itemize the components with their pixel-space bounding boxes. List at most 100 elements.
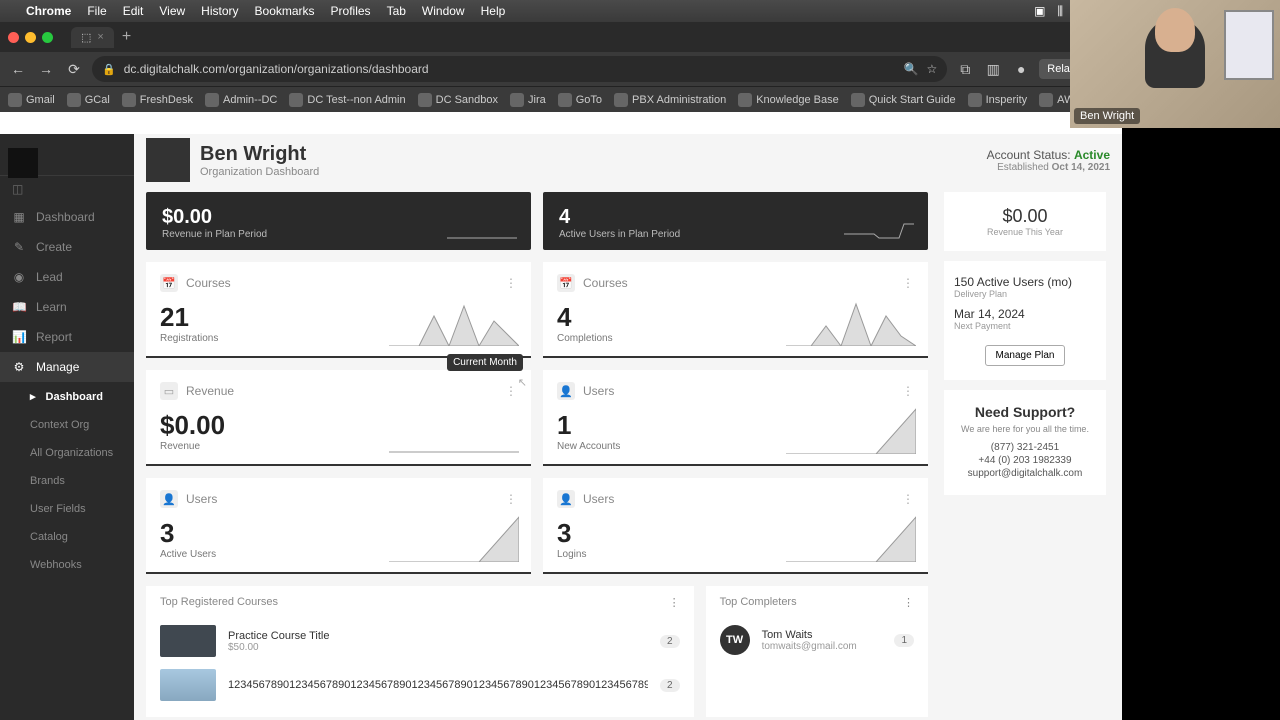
collapse-icon[interactable]: ◫ — [12, 182, 23, 196]
menu-file[interactable]: File — [87, 4, 106, 18]
sidebar-sub-webhooks[interactable]: Webhooks — [0, 551, 134, 579]
sidebar-item-create[interactable]: ✎Create — [0, 232, 134, 262]
screenrec-icon[interactable]: ▣ — [1034, 4, 1045, 18]
manage-plan-button[interactable]: Manage Plan — [985, 345, 1066, 366]
bookmark-dc-test[interactable]: DC Test--non Admin — [289, 93, 405, 107]
card-menu-icon[interactable]: ⋮↖ — [505, 384, 517, 398]
sidebar-sub-all-orgs[interactable]: All Organizations — [0, 439, 134, 467]
cursor-icon: ↖ — [518, 376, 527, 389]
main-content: Ben Wright Organization Dashboard Accoun… — [134, 134, 1122, 720]
panel-icon[interactable]: ▥ — [983, 61, 1003, 78]
close-window-icon[interactable] — [8, 32, 19, 43]
bookmark-kb[interactable]: Knowledge Base — [738, 93, 839, 107]
sparkline — [786, 512, 916, 562]
star-icon[interactable]: ☆ — [927, 62, 938, 76]
course-thumbnail — [160, 669, 216, 701]
bookmark-dc-sandbox[interactable]: DC Sandbox — [418, 93, 498, 107]
card-completions: 📅Courses⋮ 4 Completions — [543, 262, 928, 358]
url-bar[interactable]: 🔒 🔍 ☆ — [92, 56, 947, 82]
bookmark-gmail[interactable]: Gmail — [8, 93, 55, 107]
app-content: ◫ ▦Dashboard ✎Create ◉Lead 📖Learn 📊Repor… — [0, 134, 1122, 720]
sidebar-item-learn[interactable]: 📖Learn — [0, 292, 134, 322]
close-tab-icon[interactable]: × — [97, 31, 103, 43]
card-logins: 👤Users⋮ 3 Logins — [543, 478, 928, 574]
support-phone[interactable]: (877) 321-2451 — [954, 442, 1096, 453]
tab-strip: ⬚× + — [0, 22, 1122, 52]
support-phone-intl[interactable]: +44 (0) 203 1982339 — [954, 455, 1096, 466]
sidebar-sub-context-org[interactable]: Context Org — [0, 411, 134, 439]
chart-icon: 📊 — [12, 330, 26, 344]
sidebar-sub-dashboard[interactable]: ▸ Dashboard — [0, 382, 134, 411]
back-icon[interactable]: ← — [8, 61, 28, 77]
bookmarks-bar: Gmail GCal FreshDesk Admin--DC DC Test--… — [0, 86, 1122, 112]
user-avatar-circle: TW — [720, 625, 750, 655]
maximize-window-icon[interactable] — [42, 32, 53, 43]
list-item[interactable]: TW Tom Waitstomwaits@gmail.com 1 — [720, 619, 914, 661]
card-menu-icon[interactable]: ⋮ — [505, 492, 517, 506]
menu-history[interactable]: History — [201, 4, 238, 18]
menu-bookmarks[interactable]: Bookmarks — [255, 4, 315, 18]
count-badge: 2 — [660, 679, 680, 692]
profile-icon[interactable]: ● — [1011, 61, 1031, 77]
zoom-icon[interactable]: 🔍 — [904, 62, 919, 76]
menu-help[interactable]: Help — [481, 4, 506, 18]
sidebar-item-dashboard[interactable]: ▦Dashboard — [0, 202, 134, 232]
gear-icon: ⚙ — [12, 360, 26, 374]
forward-icon[interactable]: → — [36, 61, 56, 77]
card-menu-icon[interactable]: ⋮ — [505, 276, 517, 290]
card-menu-icon[interactable]: ⋮ — [902, 276, 914, 290]
sidebar-sub-catalog[interactable]: Catalog — [0, 523, 134, 551]
bookmark-qsg[interactable]: Quick Start Guide — [851, 93, 956, 107]
card-new-accounts: 👤Users⋮ 1 New Accounts — [543, 370, 928, 466]
bookmark-goto[interactable]: GoTo — [558, 93, 602, 107]
bookmark-admin-dc[interactable]: Admin--DC — [205, 93, 277, 107]
sparkline — [389, 404, 519, 454]
bookmark-gcal[interactable]: GCal — [67, 93, 110, 107]
card-revenue-plan: $0.00 Revenue in Plan Period — [146, 192, 531, 250]
revenue-year-card: $0.00 Revenue This Year — [944, 192, 1106, 251]
bookmark-pbx[interactable]: PBX Administration — [614, 93, 726, 107]
extensions-icon[interactable]: ⧉ — [955, 61, 975, 78]
course-thumbnail — [160, 625, 216, 657]
list-menu-icon[interactable]: ⋮ — [903, 596, 914, 609]
sidebar-item-manage[interactable]: ⚙Manage — [0, 352, 134, 382]
sparkline — [786, 296, 916, 346]
sparkline — [389, 296, 519, 346]
menu-edit[interactable]: Edit — [123, 4, 144, 18]
card-menu-icon[interactable]: ⋮ — [902, 384, 914, 398]
list-item[interactable]: Practice Course Title$50.00 2 — [160, 619, 680, 663]
reload-icon[interactable]: ⟳ — [64, 61, 84, 78]
bookmark-jira[interactable]: Jira — [510, 93, 546, 107]
sidebar-sub-brands[interactable]: Brands — [0, 467, 134, 495]
menu-profiles[interactable]: Profiles — [331, 4, 371, 18]
card-active-users: 👤Users⋮ 3 Active Users — [146, 478, 531, 574]
top-registered-courses: Top Registered Courses⋮ Practice Course … — [146, 586, 694, 717]
rect-icon: ▭ — [160, 382, 178, 400]
browser-tab[interactable]: ⬚× — [71, 27, 114, 48]
lock-icon: 🔒 — [102, 63, 116, 76]
menubar-app[interactable]: Chrome — [26, 4, 71, 18]
menu-window[interactable]: Window — [422, 4, 465, 18]
bookmark-freshdesk[interactable]: FreshDesk — [122, 93, 193, 107]
url-input[interactable] — [124, 62, 896, 76]
list-menu-icon[interactable]: ⋮ — [669, 596, 680, 609]
minimize-window-icon[interactable] — [25, 32, 36, 43]
menu-view[interactable]: View — [159, 4, 185, 18]
card-menu-icon[interactable]: ⋮ — [902, 492, 914, 506]
sidebar-item-report[interactable]: 📊Report — [0, 322, 134, 352]
list-item[interactable]: 1234567890123456789012345678901234567890… — [160, 663, 680, 707]
support-card: Need Support? We are here for you all th… — [944, 390, 1106, 495]
person-head — [1155, 8, 1195, 52]
support-email[interactable]: support@digitalchalk.com — [954, 468, 1096, 479]
new-tab-button[interactable]: + — [122, 28, 131, 46]
user-icon: 👤 — [557, 382, 575, 400]
bookmark-insperity[interactable]: Insperity — [968, 93, 1028, 107]
page-title: Ben Wright — [200, 143, 319, 166]
org-logo[interactable] — [8, 148, 38, 178]
sidebar-sub-user-fields[interactable]: User Fields — [0, 495, 134, 523]
sidebar-item-lead[interactable]: ◉Lead — [0, 262, 134, 292]
count-badge: 1 — [894, 634, 914, 647]
target-icon: ◉ — [12, 270, 26, 284]
barcode-icon[interactable]: ⫼ — [1058, 4, 1064, 19]
menu-tab[interactable]: Tab — [387, 4, 406, 18]
